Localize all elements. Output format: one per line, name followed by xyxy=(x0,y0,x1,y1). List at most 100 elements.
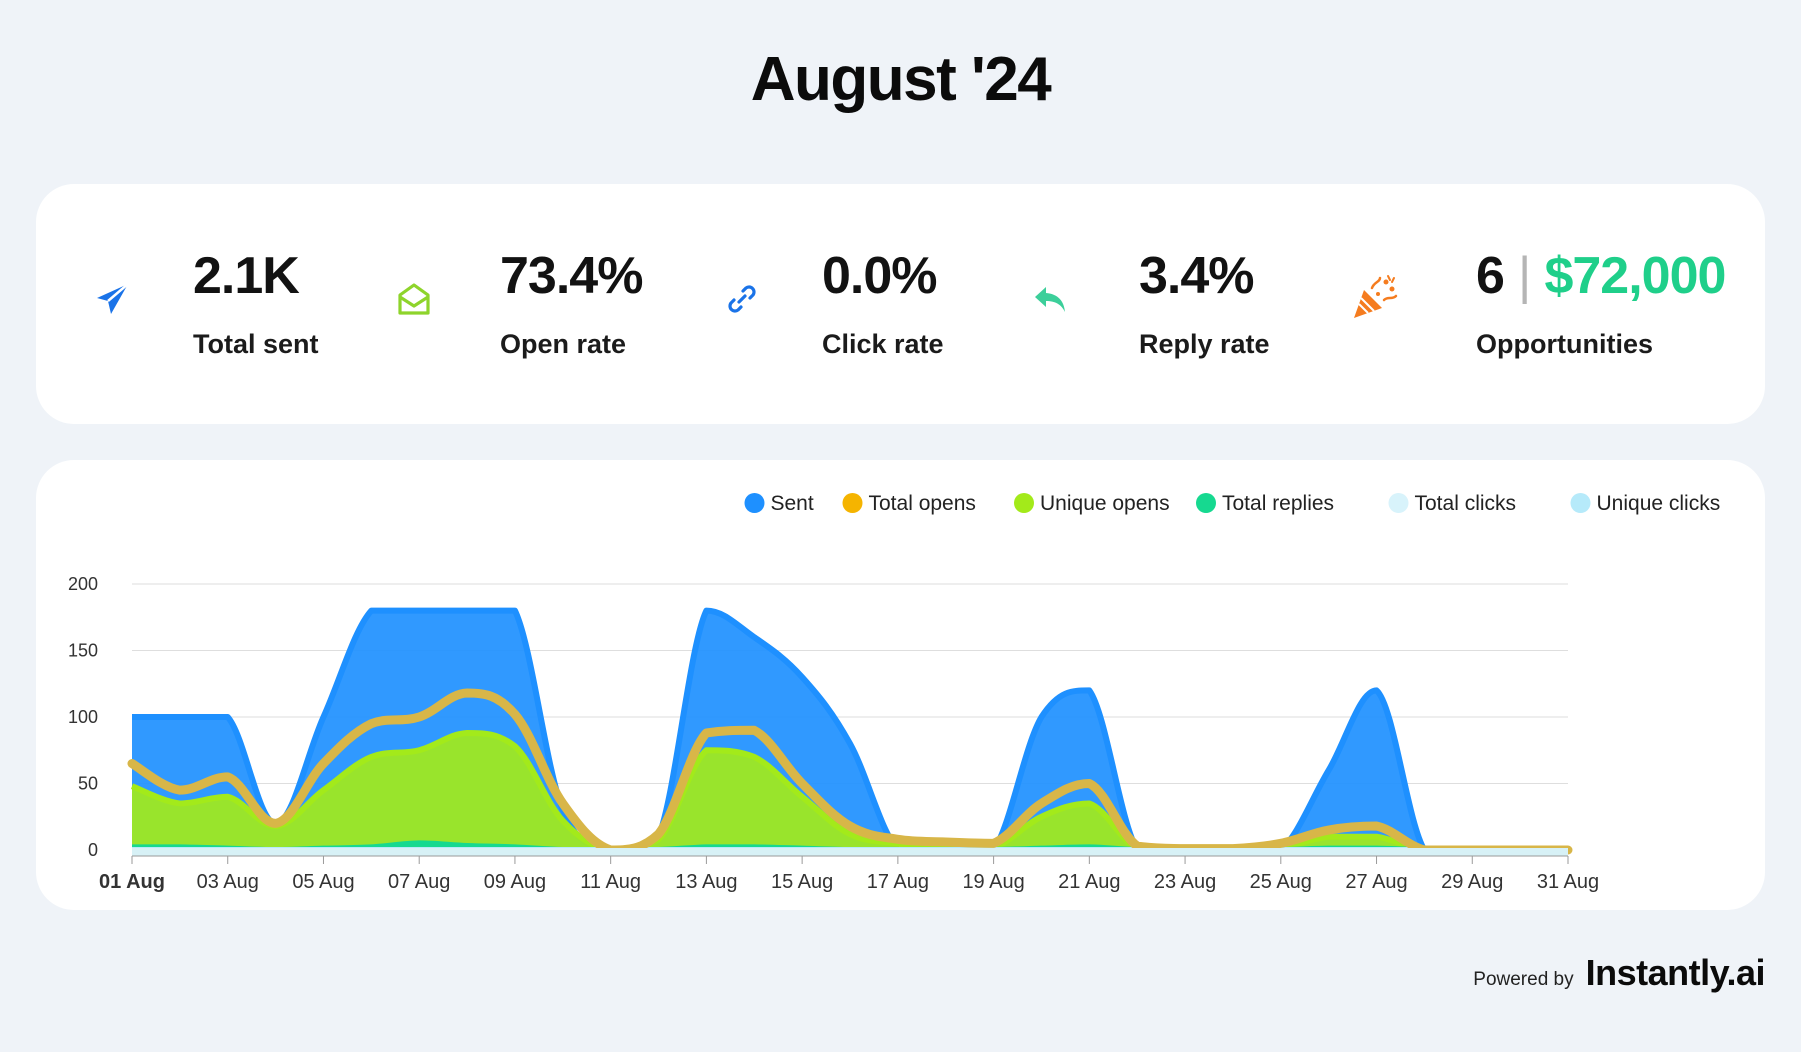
open-envelope-icon xyxy=(398,283,430,315)
data-point-unique-clicks xyxy=(1038,847,1044,853)
data-point-unique-clicks xyxy=(1230,847,1236,853)
data-point-unique-opens xyxy=(703,747,709,753)
data-point-total-opens xyxy=(129,761,135,767)
data-point-total-opens xyxy=(847,823,853,829)
x-tick-label: 15 Aug xyxy=(771,871,833,893)
data-point-unique-clicks xyxy=(464,847,470,853)
chart-card: 0 50 100 150 200 01 Aug 03 Aug 05 Aug 07 Aug 09 A… xyxy=(36,460,1765,910)
data-point-unique-clicks xyxy=(320,847,326,853)
stat-value: 2.1K xyxy=(193,247,300,305)
data-point-unique-clicks xyxy=(1421,847,1427,853)
data-point-unique-clicks xyxy=(1469,847,1475,853)
x-tick-label: 11 Aug xyxy=(580,871,641,893)
data-point-unique-clicks xyxy=(1565,847,1571,853)
powered-by-label: Powered by xyxy=(1473,969,1574,990)
data-point-total-opens xyxy=(1326,827,1332,833)
data-point-unique-clicks xyxy=(1134,847,1140,853)
data-point-unique-clicks xyxy=(368,847,374,853)
data-point-total-opens xyxy=(320,761,326,767)
data-point-sent xyxy=(464,608,470,614)
data-point-unique-clicks xyxy=(656,847,662,853)
data-point-unique-clicks xyxy=(799,847,805,853)
data-point-unique-opens xyxy=(512,743,518,749)
data-point-unique-clicks xyxy=(703,847,709,853)
data-point-unique-clicks xyxy=(225,847,231,853)
y-tick-label: 150 xyxy=(68,641,98,661)
data-point-unique-clicks xyxy=(273,847,279,853)
data-point-sent xyxy=(416,608,422,614)
data-point-sent xyxy=(368,608,374,614)
x-tick-label: 03 Aug xyxy=(197,871,259,893)
legend-label-sent[interactable]: Sent xyxy=(771,492,814,515)
data-point-unique-clicks xyxy=(1182,847,1188,853)
sent-vs-engagement-area-chart: 0 50 100 150 200 01 Aug 03 Aug 05 Aug 07 Aug 09 A… xyxy=(68,492,1721,893)
data-point-sent xyxy=(847,741,853,747)
data-point-unique-clicks xyxy=(1278,847,1284,853)
data-point-unique-clicks xyxy=(1086,847,1092,853)
data-point-total-opens xyxy=(751,727,757,733)
data-point-unique-opens xyxy=(1326,834,1332,840)
opportunities-count: 6 xyxy=(1476,247,1505,305)
data-point-unique-clicks xyxy=(895,847,901,853)
data-point-sent xyxy=(225,714,231,720)
x-tick-label: 13 Aug xyxy=(675,871,737,893)
y-tick-label: 100 xyxy=(68,707,98,727)
data-point-total-opens xyxy=(177,787,183,793)
data-point-sent xyxy=(1374,687,1380,693)
data-point-sent xyxy=(1086,687,1092,693)
stat-label: Open rate xyxy=(500,329,627,359)
brand-logo: Instantly.ai xyxy=(1585,952,1766,993)
legend-marker-total-opens[interactable] xyxy=(842,493,863,513)
stats-card: 2.1K Total sent 73.4% Open rate 0.0% Cli… xyxy=(36,184,1765,424)
legend-label-total-replies[interactable]: Total replies xyxy=(1222,492,1334,515)
data-point-sent xyxy=(799,674,805,680)
data-point-total-opens xyxy=(1374,823,1380,829)
stat-label: Opportunities xyxy=(1476,329,1653,359)
data-point-total-opens xyxy=(1038,800,1044,806)
data-point-sent xyxy=(1326,767,1332,773)
data-point-total-opens xyxy=(560,800,566,806)
data-point-sent xyxy=(751,634,757,640)
data-point-unique-opens xyxy=(129,783,135,789)
data-point-unique-opens xyxy=(895,840,901,846)
data-point-unique-clicks xyxy=(991,847,997,853)
legend-marker-total-clicks[interactable] xyxy=(1388,493,1409,513)
data-point-total-opens xyxy=(703,730,709,736)
data-point-unique-clicks xyxy=(847,847,853,853)
legend-marker-unique-clicks[interactable] xyxy=(1570,493,1591,513)
x-tick-label: 09 Aug xyxy=(484,871,546,893)
legend-label-unique-opens[interactable]: Unique opens xyxy=(1040,492,1170,515)
legend-marker-unique-opens[interactable] xyxy=(1014,493,1034,513)
x-tick-label: 07 Aug xyxy=(388,871,450,893)
legend-label-total-clicks[interactable]: Total clicks xyxy=(1415,492,1517,515)
data-point-unique-opens xyxy=(416,747,422,753)
data-point-unique-clicks xyxy=(943,847,949,853)
stat-value: 0.0% xyxy=(822,247,938,305)
data-point-unique-clicks xyxy=(608,847,614,853)
link-icon xyxy=(728,285,756,313)
legend-marker-total-replies[interactable] xyxy=(1196,493,1216,513)
legend-label-unique-clicks[interactable]: Unique clicks xyxy=(1597,492,1721,515)
data-point-unique-opens xyxy=(799,794,805,800)
data-point-sent xyxy=(512,608,518,614)
legend-marker-sent[interactable] xyxy=(744,493,765,513)
x-tick-label: 27 Aug xyxy=(1345,871,1407,893)
legend-label-total-opens[interactable]: Total opens xyxy=(869,492,976,515)
y-tick-label: 200 xyxy=(68,574,98,594)
stat-label: Reply rate xyxy=(1139,329,1270,359)
data-point-unique-opens xyxy=(656,836,662,842)
data-point-unique-clicks xyxy=(1517,847,1523,853)
opportunities-value: $72,000 xyxy=(1544,247,1726,305)
data-point-sent xyxy=(703,608,709,614)
data-point-sent xyxy=(320,714,326,720)
data-point-unique-opens xyxy=(464,730,470,736)
data-point-unique-clicks xyxy=(1326,847,1332,853)
footer: Powered by Instantly.ai xyxy=(1473,952,1765,996)
stat-label: Click rate xyxy=(822,329,944,359)
data-point-unique-opens xyxy=(273,823,279,829)
data-point-unique-opens xyxy=(225,794,231,800)
y-tick-label: 50 xyxy=(78,774,98,794)
data-point-unique-clicks xyxy=(129,847,135,853)
data-point-total-opens xyxy=(416,714,422,720)
x-tick-label: 21 Aug xyxy=(1058,871,1120,893)
